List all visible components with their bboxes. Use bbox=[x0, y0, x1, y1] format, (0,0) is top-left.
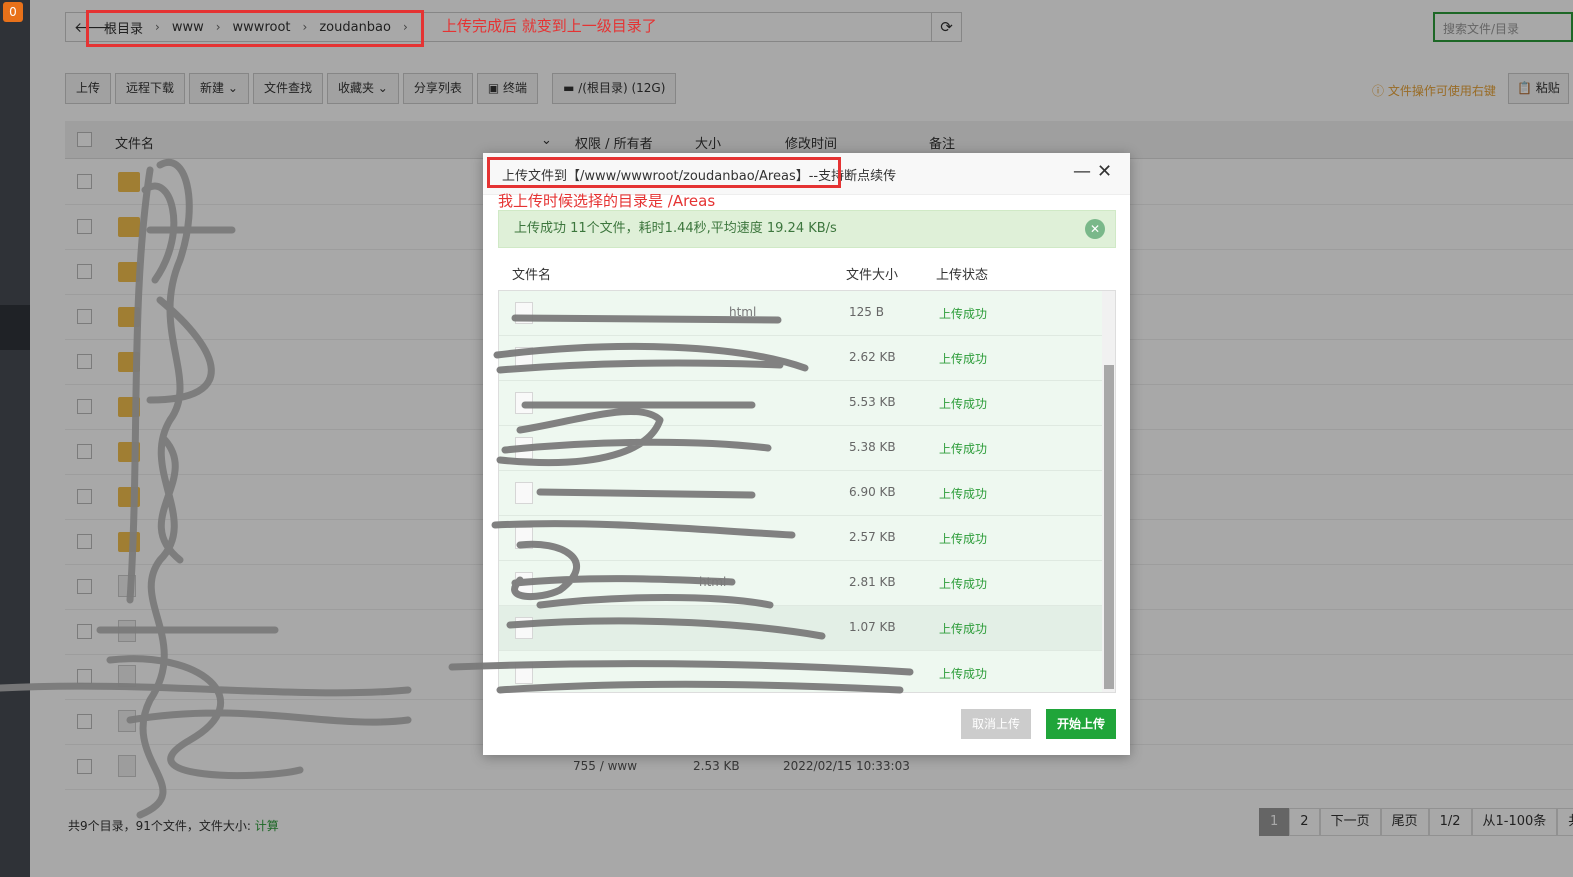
sidebar-active-item[interactable] bbox=[0, 305, 30, 350]
upload-file-size: 1.07 KB bbox=[849, 620, 896, 634]
upload-file-size: 6.90 KB bbox=[849, 485, 896, 499]
notification-badge[interactable]: 0 bbox=[3, 2, 23, 22]
file-icon bbox=[515, 527, 533, 549]
upload-file-size: 2.62 KB bbox=[849, 350, 896, 364]
col-upload-size: 文件大小 bbox=[846, 268, 899, 283]
cancel-upload-button[interactable]: 取消上传 bbox=[961, 709, 1031, 739]
file-icon bbox=[515, 347, 533, 369]
file-icon bbox=[515, 482, 533, 504]
list-item: 2.62 KB 上传成功 bbox=[499, 336, 1102, 381]
upload-list-header: 文件名 文件大小 上传状态 bbox=[498, 258, 1116, 290]
upload-file-status: 上传成功 bbox=[939, 352, 988, 366]
col-upload-filename: 文件名 bbox=[512, 268, 552, 283]
upload-success-alert: 上传成功 11个文件，耗时1.44秒,平均速度 19.24 KB/s ✕ bbox=[498, 210, 1116, 248]
annotation-top: 上传完成后 就变到上一级目录了 bbox=[442, 17, 657, 35]
upload-file-name: html bbox=[699, 575, 727, 589]
list-item: 5.53 KB 上传成功 bbox=[499, 381, 1102, 426]
list-item: html 2.81 KB 上传成功 bbox=[499, 561, 1102, 606]
upload-file-list[interactable]: html 125 B 上传成功 2.62 KB 上传成功 5.53 KB 上传成功 5.… bbox=[498, 290, 1116, 693]
upload-dialog: 上传文件到【/www/wwwroot/zoudanbao/Areas】--支持断… bbox=[483, 153, 1130, 755]
left-sidebar: 0 bbox=[0, 0, 30, 877]
upload-file-status: 上传成功 bbox=[939, 487, 988, 501]
upload-file-name: html bbox=[729, 305, 757, 319]
close-alert-icon[interactable]: ✕ bbox=[1085, 219, 1105, 239]
file-icon bbox=[515, 437, 533, 459]
list-item: 6.90 KB 上传成功 bbox=[499, 471, 1102, 516]
annotation-box-title bbox=[487, 157, 841, 188]
file-icon bbox=[515, 572, 533, 594]
upload-file-status: 上传成功 bbox=[939, 577, 988, 591]
file-icon bbox=[515, 392, 533, 414]
close-icon[interactable]: ✕ bbox=[1097, 161, 1112, 182]
annotation-modal: 我上传时候选择的目录是 /Areas bbox=[498, 192, 716, 210]
list-item: 5.38 KB 上传成功 bbox=[499, 426, 1102, 471]
file-icon bbox=[515, 302, 533, 324]
upload-file-size: 5.53 KB bbox=[849, 395, 896, 409]
minimize-icon[interactable]: — bbox=[1073, 161, 1091, 182]
success-message: 上传成功 11个文件，耗时1.44秒,平均速度 19.24 KB/s bbox=[514, 221, 837, 236]
upload-file-status: 上传成功 bbox=[939, 442, 988, 456]
file-icon bbox=[515, 662, 533, 684]
file-icon bbox=[515, 617, 533, 639]
upload-file-status: 上传成功 bbox=[939, 667, 988, 681]
upload-file-size: 125 B bbox=[849, 305, 884, 319]
upload-file-status: 上传成功 bbox=[939, 397, 988, 411]
col-upload-status: 上传状态 bbox=[936, 268, 989, 283]
start-upload-button[interactable]: 开始上传 bbox=[1046, 709, 1116, 739]
upload-file-status: 上传成功 bbox=[939, 532, 988, 546]
upload-file-status: 上传成功 bbox=[939, 307, 988, 321]
annotation-box-path bbox=[86, 10, 424, 47]
upload-file-size: 2.81 KB bbox=[849, 575, 896, 589]
list-item: 2.57 KB 上传成功 bbox=[499, 516, 1102, 561]
upload-file-size: 5.38 KB bbox=[849, 440, 896, 454]
upload-file-size: 2.57 KB bbox=[849, 530, 896, 544]
upload-file-status: 上传成功 bbox=[939, 622, 988, 636]
scrollbar-thumb[interactable] bbox=[1104, 365, 1114, 689]
list-item: 上传成功 bbox=[499, 651, 1102, 692]
list-item: html 125 B 上传成功 bbox=[499, 291, 1102, 336]
list-item: 1.07 KB 上传成功 bbox=[499, 606, 1102, 651]
list-scrollbar[interactable] bbox=[1102, 291, 1115, 692]
